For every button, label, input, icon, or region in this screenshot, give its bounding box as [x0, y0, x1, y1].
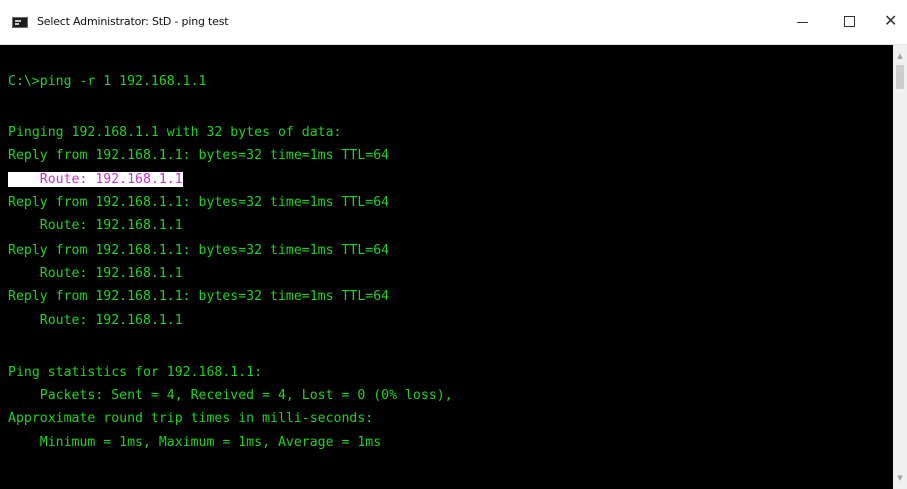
console-line-rtt-header: Approximate round trip times in milli-se… — [8, 411, 374, 426]
console-line-route: Route: 192.168.1.1 — [8, 266, 183, 281]
vertical-scrollbar[interactable]: ▲ ▼ — [893, 45, 907, 489]
console-line-pinging: Pinging 192.168.1.1 with 32 bytes of dat… — [8, 125, 342, 140]
console-line-reply: Reply from 192.168.1.1: bytes=32 time=1m… — [8, 243, 390, 258]
close-icon: ✕ — [884, 11, 898, 30]
selected-text[interactable]: Route: 192.168.1.1 — [8, 172, 183, 187]
maximize-icon — [844, 16, 855, 27]
console-line-route-highlighted: Route: 192.168.1.1 — [8, 170, 183, 189]
title-bar[interactable]: Select Administrator: StD - ping test ✕ — [0, 0, 907, 45]
console-output[interactable]: C:\>ping -r 1 192.168.1.1 Pinging 192.16… — [0, 45, 893, 489]
maximize-button[interactable] — [832, 6, 866, 38]
console-line-statistics-header: Ping statistics for 192.168.1.1: — [8, 365, 263, 380]
close-button[interactable]: ✕ — [873, 6, 907, 38]
window-title: Select Administrator: StD - ping test — [37, 15, 229, 28]
console-line-route: Route: 192.168.1.1 — [8, 313, 183, 328]
console-window: Select Administrator: StD - ping test ✕ … — [0, 0, 907, 489]
console-line-reply: Reply from 192.168.1.1: bytes=32 time=1m… — [8, 195, 390, 210]
console-line-command: C:\>ping -r 1 192.168.1.1 — [8, 74, 207, 89]
console-line-reply: Reply from 192.168.1.1: bytes=32 time=1m… — [8, 148, 390, 163]
minimize-button[interactable] — [786, 6, 820, 38]
cmd-console-icon[interactable] — [12, 17, 28, 28]
console-line-route: Route: 192.168.1.1 — [8, 218, 183, 233]
console-line-reply: Reply from 192.168.1.1: bytes=32 time=1m… — [8, 289, 390, 304]
console-line-rtt-values: Minimum = 1ms, Maximum = 1ms, Average = … — [8, 435, 382, 450]
scrollbar-thumb[interactable] — [896, 65, 904, 89]
chevron-up-icon[interactable]: ▲ — [893, 49, 907, 63]
chevron-down-icon[interactable]: ▼ — [893, 471, 907, 485]
minimize-icon — [797, 22, 808, 23]
console-line-packets: Packets: Sent = 4, Received = 4, Lost = … — [8, 388, 453, 403]
